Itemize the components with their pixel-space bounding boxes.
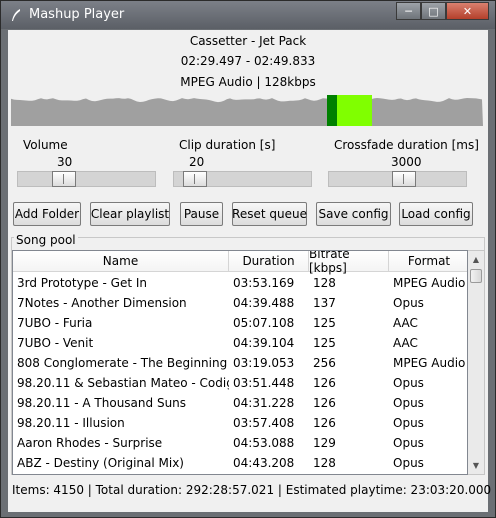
cell-format: AAC [393,336,418,350]
scroll-up-icon[interactable]: ▲ [468,251,484,268]
volume-slider[interactable] [17,171,156,187]
table-row[interactable]: ABZ - Destiny (Original Mix) 04:43.208 128… [13,453,467,473]
track-format: MPEG Audio | 128kbps [180,75,316,89]
cell-duration: 05:07.108 [233,316,295,330]
cell-format: MPEG Audio [393,356,466,370]
waveform-shape [11,98,483,126]
vertical-scrollbar[interactable]: ▲ ▼ [468,250,485,475]
cell-format: Opus [393,456,424,470]
clip-duration-slider-handle[interactable] [183,171,207,187]
cell-format: Opus [393,396,424,410]
crossfade-value: 3000 [391,155,422,169]
table-row[interactable]: 7Notes - Another Dimension 04:39.488 137 Op… [13,293,467,313]
window-title: Mashup Player [29,7,125,22]
cell-name: 3rd Prototype - Get In [17,276,147,290]
scroll-down-icon[interactable]: ▼ [468,457,484,474]
status-bar: Items: 4150 | Total duration: 292:28:57.… [12,483,492,497]
cell-bitrate: 129 [313,436,336,450]
clip-duration-label: Clip duration [s] [179,138,276,152]
cell-name: 98.20.11 & Sebastian Mateo - Codigo [17,376,229,390]
table-row[interactable]: 98.20.11 - Illusion 03:57.408 126 Opus [13,413,467,433]
table-row[interactable]: 808 Conglomerate - The Beginning 03:19.05… [13,353,467,373]
track-title: Cassetter - Jet Pack [189,34,307,48]
cell-bitrate: 125 [313,336,336,350]
cell-bitrate: 126 [313,396,336,410]
table-row[interactable]: 7UBO - Furia 05:07.108 125 AAC [13,313,467,333]
crossfade-label: Crossfade duration [ms] [334,138,479,152]
playback-position-marker [327,95,337,126]
clear-playlist-button[interactable]: Clear playlist [90,202,170,226]
minimize-icon[interactable]: ─ [396,2,421,20]
crossfade-slider-handle[interactable] [392,171,416,187]
table-row[interactable]: 98.20.11 & Sebastian Mateo - Codigo 03:51… [13,373,467,393]
cell-format: AAC [393,316,418,330]
song-pool-label: Song pool [14,233,78,247]
cell-format: Opus [393,376,424,390]
song-pool-table[interactable]: Name Duration Bitrate [kbps] Format 3rd … [12,250,468,475]
table-row[interactable]: Aaron Rhodes - Surprise 04:53.088 129 Opus [13,433,467,453]
cell-format: Opus [393,416,424,430]
cell-bitrate: 126 [313,376,336,390]
cell-name: 7UBO - Venit [17,336,94,350]
cell-bitrate: 256 [313,356,336,370]
track-time: 02:29.497 - 02:49.833 [180,54,316,68]
crossfade-slider[interactable] [328,171,467,187]
clip-duration-slider[interactable] [173,171,312,187]
maximize-icon[interactable]: □ [421,2,446,20]
close-icon[interactable]: ✕ [446,2,489,20]
window-controls: ─ □ ✕ [396,2,489,22]
reset-queue-button[interactable]: Reset queue [232,202,307,226]
client-area: Cassetter - Jet Pack 02:29.497 - 02:49.8… [8,30,492,512]
cell-duration: 03:51.448 [233,376,295,390]
column-header-bitrate[interactable]: Bitrate [kbps] [309,251,389,275]
cell-name: ABZ - Destiny (Original Mix) [17,456,184,470]
scrollbar-thumb[interactable] [470,269,482,283]
volume-slider-handle[interactable] [52,171,76,187]
clip-duration-value: 20 [189,155,205,169]
cell-name: 98.20.11 - A Thousand Suns [17,396,187,410]
cell-duration: 04:53.088 [233,436,295,450]
cell-duration: 04:31.228 [233,396,295,410]
cell-bitrate: 137 [313,296,336,310]
cell-duration: 03:57.408 [233,416,295,430]
app-window: Mashup Player ─ □ ✕ Cassetter - Jet Pack… [0,0,496,518]
cell-duration: 04:39.104 [233,336,295,350]
title-bar[interactable]: Mashup Player ─ □ ✕ [1,1,495,29]
save-config-button[interactable]: Save config [316,202,391,226]
cell-duration: 03:19.053 [233,356,295,370]
waveform-display[interactable] [11,95,483,126]
volume-value: 30 [57,155,73,169]
cell-duration: 04:43.208 [233,456,295,470]
cell-duration: 04:39.488 [233,296,295,310]
cell-bitrate: 128 [313,276,336,290]
table-header: Name Duration Bitrate [kbps] Format [13,251,467,275]
volume-label: Volume [23,138,68,152]
cell-bitrate: 128 [313,456,336,470]
column-header-duration[interactable]: Duration [229,251,309,272]
table-body: 3rd Prototype - Get In 03:53.169 128 MPEG A… [13,273,467,473]
cell-name: 7Notes - Another Dimension [17,296,187,310]
cell-format: Opus [393,436,424,450]
cell-format: Opus [393,296,424,310]
cell-bitrate: 125 [313,316,336,330]
column-header-format[interactable]: Format [389,251,467,272]
cell-name: Aaron Rhodes - Surprise [17,436,163,450]
clip-region [337,95,372,126]
table-row[interactable]: 7UBO - Venit 04:39.104 125 AAC [13,333,467,353]
cell-name: 7UBO - Furia [17,316,93,330]
column-header-name[interactable]: Name [13,251,229,272]
table-row[interactable]: 98.20.11 - A Thousand Suns 04:31.228 126 Op… [13,393,467,413]
load-config-button[interactable]: Load config [399,202,473,226]
table-row[interactable]: 3rd Prototype - Get In 03:53.169 128 MPEG A… [13,273,467,293]
cell-name: 808 Conglomerate - The Beginning [17,356,228,370]
add-folder-button[interactable]: Add Folder [13,202,81,226]
feather-icon [12,9,20,21]
cell-bitrate: 126 [313,416,336,430]
pause-button[interactable]: Pause [180,202,223,226]
cell-format: MPEG Audio [393,276,466,290]
cell-name: 98.20.11 - Illusion [17,416,125,430]
cell-duration: 03:53.169 [233,276,295,290]
